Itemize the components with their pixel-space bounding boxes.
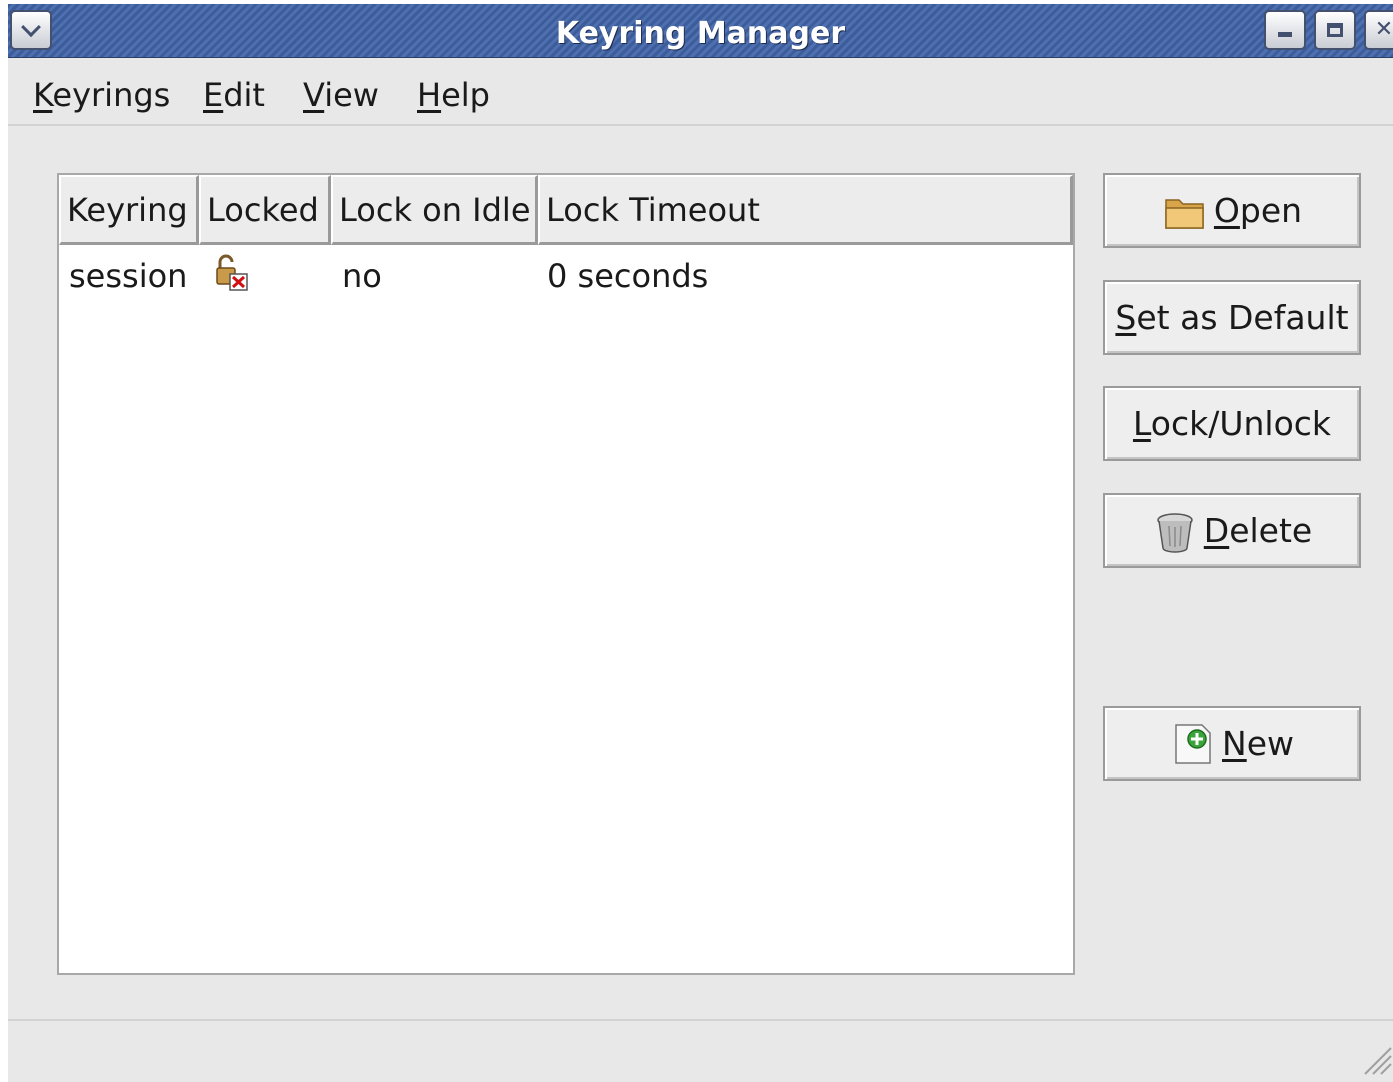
delete-button[interactable]: Delete xyxy=(1103,493,1361,568)
trash-can-icon xyxy=(1157,512,1193,553)
status-bar xyxy=(8,1019,1393,1082)
column-header-locked[interactable]: Locked xyxy=(199,175,331,245)
window-title: Keyring Manager xyxy=(555,16,846,51)
keyring-manager-window: Keyring Manager ✕ Keyrings Edit View Hel… xyxy=(8,4,1393,1082)
keyring-list[interactable]: Keyring Locked Lock on Idle Lock Timeout… xyxy=(57,173,1075,975)
close-icon: ✕ xyxy=(1374,17,1393,42)
resize-grip-icon[interactable] xyxy=(1359,1042,1393,1076)
cell-keyring: session xyxy=(69,257,188,295)
minimize-icon xyxy=(1278,31,1292,37)
menu-view[interactable]: View xyxy=(303,76,379,114)
menu-help[interactable]: Help xyxy=(417,76,490,114)
maximize-button[interactable] xyxy=(1314,10,1356,50)
column-header-keyring[interactable]: Keyring xyxy=(59,175,199,245)
menu-bar: Keyrings Edit View Help xyxy=(8,60,1393,126)
minimize-button[interactable] xyxy=(1264,10,1306,50)
title-bar[interactable]: Keyring Manager ✕ xyxy=(8,4,1393,58)
close-button[interactable]: ✕ xyxy=(1364,10,1393,50)
maximize-icon xyxy=(1327,23,1343,37)
folder-icon xyxy=(1165,198,1204,229)
menu-edit[interactable]: Edit xyxy=(203,76,265,114)
new-document-icon xyxy=(1175,723,1211,764)
column-header-lock-timeout[interactable]: Lock Timeout xyxy=(538,175,1073,245)
set-as-default-button[interactable]: Set as Default xyxy=(1103,280,1361,355)
open-button[interactable]: Open xyxy=(1103,173,1361,248)
unlocked-padlock-icon xyxy=(216,254,248,291)
cell-lock-on-idle: no xyxy=(342,257,382,295)
menu-keyrings[interactable]: Keyrings xyxy=(33,76,170,114)
column-header-lock-on-idle[interactable]: Lock on Idle xyxy=(331,175,538,245)
lock-unlock-button[interactable]: Lock/Unlock xyxy=(1103,386,1361,461)
cell-lock-timeout: 0 seconds xyxy=(547,257,709,295)
new-button[interactable]: New xyxy=(1103,706,1361,781)
